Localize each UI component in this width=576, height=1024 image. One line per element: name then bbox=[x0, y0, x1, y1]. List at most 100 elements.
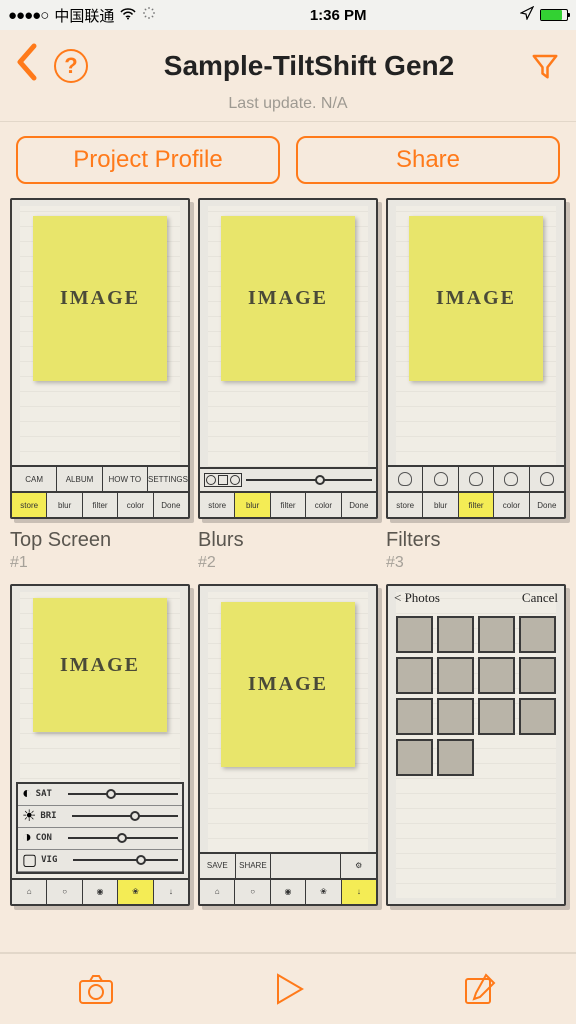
wifi-icon bbox=[120, 7, 136, 24]
filter-button[interactable] bbox=[530, 51, 560, 81]
play-button[interactable] bbox=[268, 969, 308, 1009]
photos-cancel-label: Cancel bbox=[522, 590, 558, 606]
screen-thumbnail: IMAGE SAVE SHARE ⚙ ⌂ ○ ◉ ❀ ↓ bbox=[198, 584, 378, 905]
tool-icon: ○ bbox=[235, 880, 270, 904]
compose-button[interactable] bbox=[460, 969, 500, 1009]
header: ? Sample-TiltShift Gen2 Last update. N/A bbox=[0, 30, 576, 122]
screens-grid: IMAGE CAM ALBUM HOW TO SETTINGS store bl… bbox=[0, 198, 576, 948]
signal-dots-icon: ●●●●○ bbox=[8, 7, 48, 24]
sketch-color-icon: color bbox=[306, 493, 341, 517]
screen-index: #2 bbox=[198, 554, 378, 572]
sketch-store-icon: store bbox=[388, 493, 423, 517]
sketch-blur-icon: blur bbox=[423, 493, 458, 517]
project-profile-button[interactable]: Project Profile bbox=[16, 136, 280, 184]
tool-icon: ⌂ bbox=[12, 880, 47, 904]
camera-button[interactable] bbox=[76, 969, 116, 1009]
sketch-filter-icon: filter bbox=[83, 493, 118, 517]
share-icon: SHARE bbox=[236, 854, 272, 878]
sketch-done-icon: Done bbox=[342, 493, 376, 517]
share-label: Share bbox=[396, 146, 460, 174]
status-time: 1:36 PM bbox=[156, 7, 520, 24]
sketch-album-icon: ALBUM bbox=[57, 467, 102, 491]
sticky-note: IMAGE bbox=[221, 216, 355, 381]
loading-icon bbox=[142, 6, 156, 24]
sketch-blur-icon: blur bbox=[235, 493, 270, 517]
carrier-label: 中国联通 bbox=[54, 5, 114, 26]
avatar-icon bbox=[388, 467, 423, 491]
screen-card[interactable]: < Photos Cancel bbox=[386, 584, 566, 905]
sketch-color-icon: color bbox=[118, 493, 153, 517]
slider-icon bbox=[246, 479, 372, 481]
sketch-color-icon: color bbox=[494, 493, 529, 517]
sketch-settings-icon: SETTINGS bbox=[148, 467, 188, 491]
sketch-cam-icon: CAM bbox=[12, 467, 57, 491]
sketch-filter-icon: filter bbox=[459, 493, 494, 517]
screen-card[interactable]: IMAGE store blur filter color Done Blur bbox=[198, 198, 378, 572]
back-button[interactable] bbox=[16, 42, 40, 89]
contrast-icon: ◑ bbox=[22, 829, 32, 847]
sticky-note: IMAGE bbox=[409, 216, 543, 381]
slider-label: BRI bbox=[40, 811, 68, 821]
square-icon: ▢ bbox=[22, 850, 37, 870]
status-right bbox=[520, 6, 568, 24]
screen-title: Top Screen bbox=[10, 529, 190, 552]
status-bar: ●●●●○ 中国联通 1:36 PM bbox=[0, 0, 576, 30]
tool-icon: ○ bbox=[47, 880, 82, 904]
screen-index: #3 bbox=[386, 554, 566, 572]
slider-label: VIG bbox=[41, 855, 69, 865]
location-icon bbox=[520, 6, 534, 24]
screen-thumbnail: < Photos Cancel bbox=[386, 584, 566, 905]
bottom-toolbar bbox=[0, 952, 576, 1024]
sketch-howto-icon: HOW TO bbox=[103, 467, 148, 491]
sketch-filter-icon: filter bbox=[271, 493, 306, 517]
sketch-blur-icon: blur bbox=[47, 493, 82, 517]
help-label: ? bbox=[64, 53, 77, 79]
avatar-icon bbox=[459, 467, 494, 491]
screen-card[interactable]: IMAGE store blur filter color Done Filte… bbox=[386, 198, 566, 572]
screen-card[interactable]: IMAGE ◐ SAT ☀ BRI ◑ CON ▢ VIG ⌂ ○ ◉ ❀ ↓ bbox=[10, 584, 190, 905]
tool-icon: ◉ bbox=[83, 880, 118, 904]
settings-icon: ⚙ bbox=[341, 854, 376, 878]
avatar-icon bbox=[494, 467, 529, 491]
tool-icon: ◉ bbox=[271, 880, 306, 904]
slider-label: SAT bbox=[36, 789, 64, 799]
photos-back-label: < Photos bbox=[394, 590, 440, 606]
action-bar: Project Profile Share bbox=[0, 122, 576, 198]
tool-icon: ⌂ bbox=[200, 880, 235, 904]
sticky-note: IMAGE bbox=[33, 216, 167, 381]
help-button[interactable]: ? bbox=[54, 49, 88, 83]
tool-icon: ↓ bbox=[342, 880, 376, 904]
sketch-store-icon: store bbox=[12, 493, 47, 517]
sticky-note: IMAGE bbox=[33, 598, 167, 731]
sketch-done-icon: Done bbox=[530, 493, 564, 517]
circle-icon: ◐ bbox=[22, 785, 32, 803]
screen-card[interactable]: IMAGE SAVE SHARE ⚙ ⌂ ○ ◉ ❀ ↓ bbox=[198, 584, 378, 905]
battery-icon bbox=[540, 9, 568, 21]
screen-index: #1 bbox=[10, 554, 190, 572]
tool-icon: ❀ bbox=[306, 880, 341, 904]
screen-title: Blurs bbox=[198, 529, 378, 552]
avatar-icon bbox=[423, 467, 458, 491]
slider-label: CON bbox=[36, 833, 64, 843]
sketch-done-icon: Done bbox=[154, 493, 188, 517]
status-left: ●●●●○ 中国联通 bbox=[8, 5, 156, 26]
avatar-icon bbox=[530, 467, 564, 491]
photos-grid-icon bbox=[396, 616, 556, 776]
page-subtitle: Last update. N/A bbox=[16, 95, 560, 113]
page-title: Sample-TiltShift Gen2 bbox=[102, 50, 516, 82]
sun-icon: ☀ bbox=[22, 806, 36, 826]
screen-thumbnail: IMAGE store blur filter color Done bbox=[198, 198, 378, 519]
tool-icon: ❀ bbox=[118, 880, 153, 904]
adjustment-panel: ◐ SAT ☀ BRI ◑ CON ▢ VIG bbox=[16, 782, 184, 874]
share-button[interactable]: Share bbox=[296, 136, 560, 184]
sticky-note: IMAGE bbox=[221, 602, 355, 767]
sketch-store-icon: store bbox=[200, 493, 235, 517]
save-icon: SAVE bbox=[200, 854, 236, 878]
screen-thumbnail: IMAGE store blur filter color Done bbox=[386, 198, 566, 519]
screen-card[interactable]: IMAGE CAM ALBUM HOW TO SETTINGS store bl… bbox=[10, 198, 190, 572]
screen-thumbnail: IMAGE ◐ SAT ☀ BRI ◑ CON ▢ VIG ⌂ ○ ◉ ❀ ↓ bbox=[10, 584, 190, 905]
shape-selector-icon bbox=[204, 473, 242, 487]
tool-icon: ↓ bbox=[154, 880, 188, 904]
screen-title: Filters bbox=[386, 529, 566, 552]
screen-thumbnail: IMAGE CAM ALBUM HOW TO SETTINGS store bl… bbox=[10, 198, 190, 519]
